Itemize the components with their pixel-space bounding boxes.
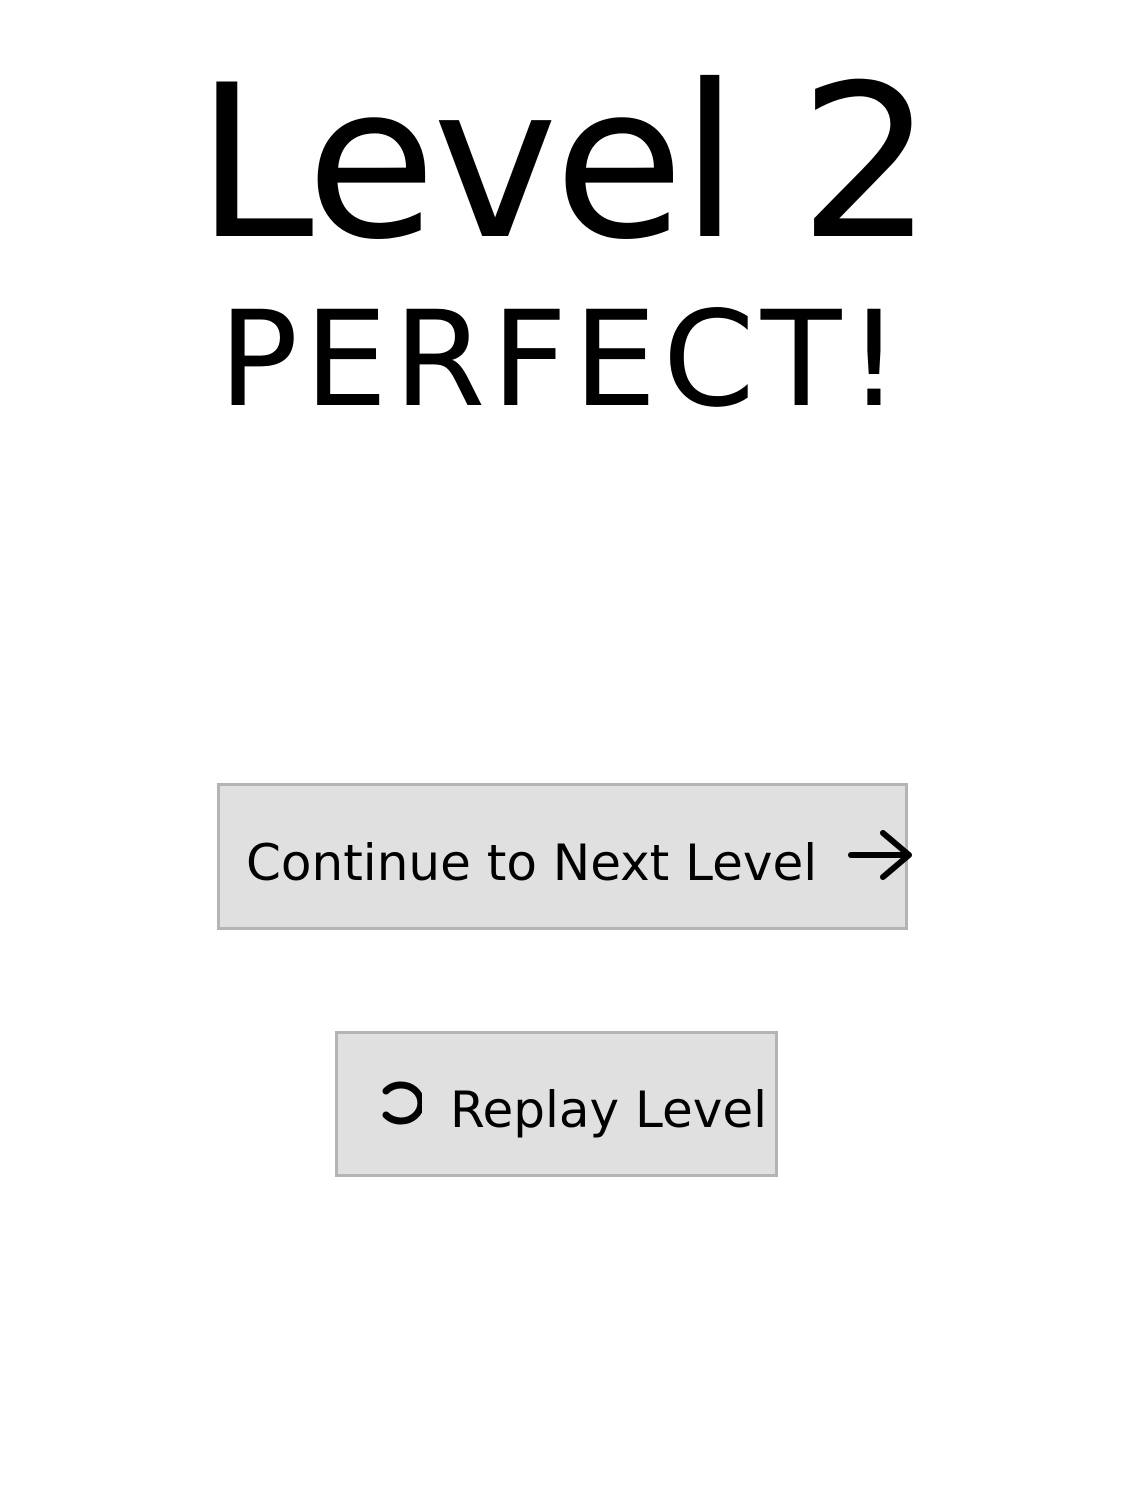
continue-next-level-button[interactable]: Continue to Next Level (217, 783, 913, 930)
arrow-right-icon (847, 825, 917, 885)
result-text: PERFECT! (218, 283, 907, 437)
replay-button-label: Replay Level (450, 1081, 767, 1139)
replay-level-button[interactable]: Replay Level (335, 1031, 778, 1177)
continue-button-label: Continue to Next Level (246, 833, 818, 892)
level-title: Level 2 (195, 39, 934, 286)
replay-icon (378, 1077, 425, 1129)
